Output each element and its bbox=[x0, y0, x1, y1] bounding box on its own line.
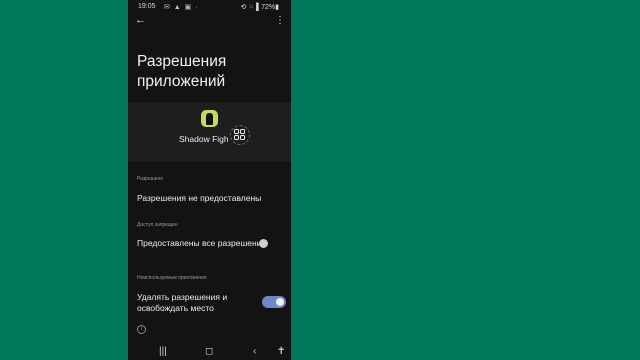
touch-indicator bbox=[259, 239, 268, 248]
remove-permissions-switch[interactable] bbox=[262, 296, 286, 308]
app-name: Shadow Figh bbox=[179, 134, 229, 144]
switch-knob bbox=[276, 298, 284, 306]
section-label-denied: Доступ запрещен bbox=[137, 222, 178, 228]
remove-permissions-label: Удалять разрешения и освобождать место bbox=[137, 292, 228, 313]
page-title: Разрешения приложений bbox=[137, 53, 227, 90]
navigation-bar: ||| ◻ ‹ ✝ bbox=[128, 344, 291, 360]
loading-icon bbox=[230, 125, 250, 145]
home-icon[interactable]: ◻ bbox=[205, 346, 213, 357]
phone-screen: 19:05 ✉ ▲ ▣ · ⟲ ⁙ ▌72%▮ ← ⋮ Разрешения п… bbox=[128, 0, 291, 360]
status-battery: ⟲ ⁙ ▌72%▮ bbox=[240, 4, 279, 11]
recents-icon[interactable]: ||| bbox=[159, 346, 167, 357]
app-icon bbox=[201, 110, 218, 127]
section-label-allowed: Разрешено bbox=[137, 176, 164, 182]
info-icon[interactable]: i bbox=[137, 325, 146, 334]
app-card: Shadow Figh bbox=[128, 102, 291, 162]
list-item-all-granted[interactable]: Предоставлены все разрешения bbox=[137, 238, 266, 249]
status-time: 19:05 bbox=[138, 3, 156, 10]
back-arrow-icon[interactable]: ← bbox=[135, 14, 146, 26]
more-options-icon[interactable]: ⋮ bbox=[275, 15, 285, 26]
nav-back-icon[interactable]: ‹ bbox=[253, 346, 256, 357]
section-label-unused: Неиспользуемые приложения bbox=[137, 275, 207, 281]
notification-icons: ✉ ▲ ▣ · bbox=[164, 4, 199, 11]
accessibility-icon[interactable]: ✝ bbox=[277, 346, 285, 357]
list-item-not-granted[interactable]: Разрешения не предоставлены bbox=[137, 193, 261, 204]
status-bar: 19:05 ✉ ▲ ▣ · ⟲ ⁙ ▌72%▮ bbox=[128, 0, 291, 14]
